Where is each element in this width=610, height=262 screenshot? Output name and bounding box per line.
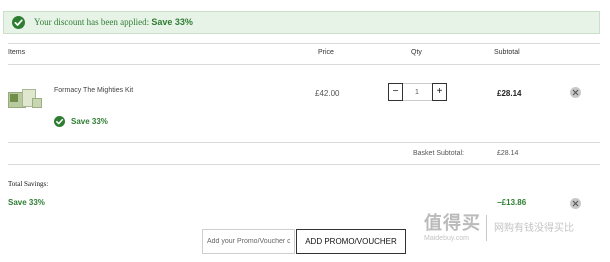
basket-subtotal-label: Basket Subtotal:	[413, 150, 464, 157]
quantity-increment-button[interactable]: +	[432, 83, 447, 101]
total-savings-label: Total Savings:	[8, 180, 49, 188]
quantity-value: 1	[415, 89, 419, 96]
watermark-divider	[486, 215, 487, 241]
watermark-url: Maidebuy.com	[424, 235, 470, 242]
basket-subtotal-value: £28.14	[497, 150, 519, 157]
column-header-items: Items	[8, 49, 26, 56]
savings-name: Save 33%	[8, 198, 45, 207]
check-circle-icon	[12, 16, 25, 29]
item-subtotal: £28.14	[497, 89, 522, 98]
product-thumbnail[interactable]	[8, 88, 42, 112]
item-divider	[8, 142, 600, 143]
column-header-qty: Qty	[411, 49, 422, 56]
close-icon	[572, 89, 579, 96]
product-label-image	[10, 94, 18, 102]
item-price: £42.00	[315, 89, 340, 98]
item-discount-text: Save 33%	[71, 117, 108, 126]
watermark-logo: 值得买	[424, 213, 481, 233]
product-name-link[interactable]: Formacy The Mighties Kit	[54, 87, 133, 94]
product-jar-image	[32, 98, 42, 108]
table-header-divider	[8, 64, 600, 65]
column-header-subtotal: Subtotal	[494, 49, 520, 56]
table-top-divider	[8, 43, 600, 44]
promo-code-input[interactable]	[202, 229, 295, 254]
site-watermark: 值得买 Maidebuy.com 网购有钱没得买比	[420, 205, 610, 255]
remove-item-button[interactable]	[570, 87, 581, 98]
watermark-tagline: 网购有钱没得买比	[494, 223, 574, 234]
add-promo-button[interactable]: ADD PROMO/VOUCHER	[296, 229, 406, 254]
banner-text: Your discount has been applied:	[34, 17, 150, 27]
column-header-price: Price	[318, 49, 334, 56]
quantity-decrement-button[interactable]: −	[388, 83, 403, 101]
check-circle-icon	[54, 116, 65, 127]
subtotal-divider	[8, 164, 600, 165]
discount-applied-banner: Your discount has been applied: Save 33%	[3, 11, 600, 34]
banner-highlight: Save 33%	[151, 17, 193, 27]
banner-message: Your discount has been applied: Save 33%	[34, 17, 193, 27]
